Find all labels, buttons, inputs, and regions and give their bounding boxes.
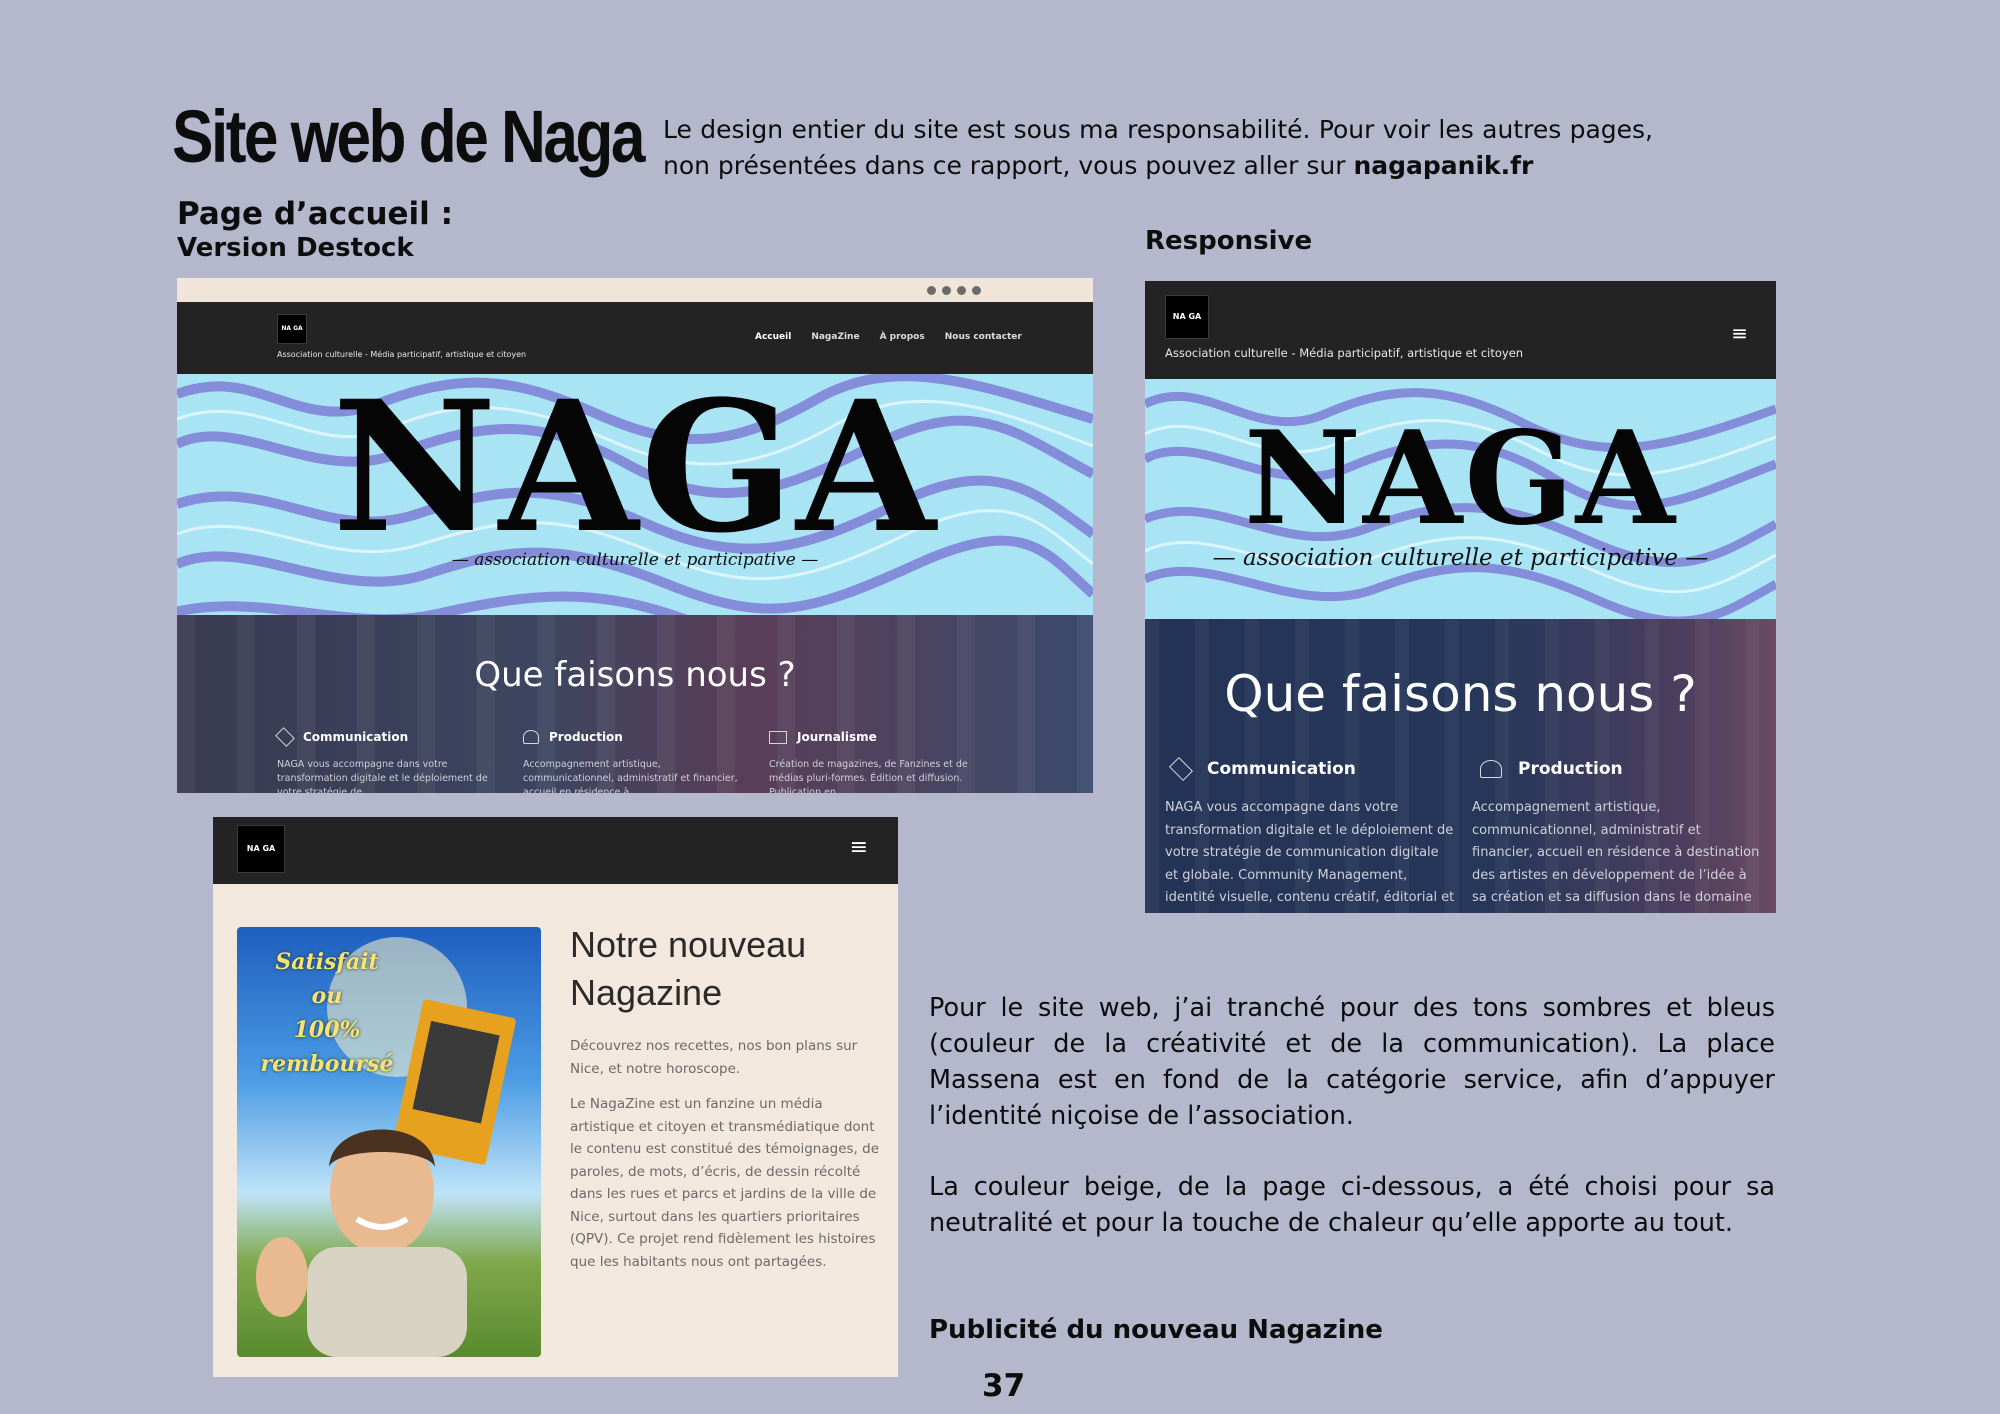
- magazine-intro: Découvrez nos recettes, nos bon plans su…: [570, 1038, 858, 1077]
- body-paragraph-2: La couleur beige, de la page ci-dessous,…: [929, 1172, 1775, 1238]
- page-title: Site web de Naga: [172, 95, 645, 178]
- service-desc: Création de magazines, de Fanzines et de…: [769, 759, 968, 793]
- services-section: Que faisons nous ? Communication NAGA vo…: [1145, 619, 1776, 913]
- handshake-icon: [1168, 756, 1194, 782]
- ad-slogan-line: Satisfait ou: [275, 949, 379, 1009]
- hamburger-menu-icon[interactable]: ≡: [1731, 323, 1748, 343]
- intro-paragraph: Le design entier du site est sous ma res…: [663, 112, 1653, 184]
- responsive-screenshot: NA GA Association culturelle - Média par…: [1145, 281, 1776, 913]
- section-heading-ad: Publicité du nouveau Nagazine: [929, 1315, 1383, 1345]
- hero-banner: NAGA — association culturelle et partici…: [1145, 379, 1776, 619]
- service-card: Journalisme Création de magazines, de Fa…: [769, 730, 999, 793]
- ad-slogan-line: 100%: [293, 1017, 361, 1043]
- services-section: Que faisons nous ? Communication NAGA vo…: [177, 615, 1093, 793]
- nav-menu: Accueil NagaZine À propos Nous contacter: [755, 332, 1022, 342]
- instagram-icon[interactable]: i: [942, 285, 951, 295]
- nav-item-nagazine[interactable]: NagaZine: [811, 332, 859, 342]
- services-title: Que faisons nous ?: [1224, 665, 1697, 723]
- mobile-navbar: NA GA Association culturelle - Média par…: [1145, 281, 1776, 379]
- service-desc: Accompagnement artistique, communication…: [523, 759, 738, 793]
- hero-subtitle: — association culturelle et participativ…: [1212, 545, 1709, 571]
- social-bar: f i t y: [177, 278, 1093, 302]
- section-heading-desktop: Version Destock: [177, 233, 414, 263]
- magazine-heading-line: Nagazine: [570, 972, 723, 1013]
- video-camera-icon: [1480, 760, 1502, 778]
- nav-item-contact[interactable]: Nous contacter: [945, 332, 1022, 342]
- video-camera-icon: [523, 730, 539, 744]
- desktop-screenshot: f i t y NA GA Association culturelle - M…: [177, 278, 1093, 793]
- magazine-screenshot: NA GA ≡ Satisfait ou 100% remboursé Notr…: [213, 817, 898, 1377]
- handshake-icon: [275, 727, 295, 747]
- tagline: Association culturelle - Média participa…: [1165, 346, 1524, 360]
- service-card: Communication NAGA vous accompagne dans …: [1165, 756, 1455, 913]
- magazine-ad-image: Satisfait ou 100% remboursé: [237, 927, 541, 1357]
- body-paragraph-1: Pour le site web, j’ai tranché pour des …: [929, 993, 1775, 1131]
- hero-title: NAGA: [1244, 404, 1677, 554]
- hero-subtitle: — association culturelle et participativ…: [451, 550, 819, 570]
- logo[interactable]: NA GA: [1165, 295, 1209, 339]
- ad-slogan-line: remboursé: [260, 1051, 394, 1077]
- service-title: Production: [1518, 759, 1623, 779]
- facebook-icon[interactable]: f: [927, 285, 936, 295]
- hero-banner: NAGA — association culturelle et partici…: [177, 374, 1093, 615]
- section-heading-home: Page d’accueil :: [177, 196, 453, 232]
- ad-slogan: Satisfait ou 100% remboursé: [257, 945, 397, 1081]
- magazine-heading-line: Notre nouveau: [570, 924, 807, 965]
- nav-item-accueil[interactable]: Accueil: [755, 332, 791, 342]
- page-number: 37: [982, 1368, 1026, 1404]
- youtube-icon[interactable]: y: [972, 285, 981, 295]
- service-desc: NAGA vous accompagne dans votre transfor…: [277, 759, 488, 793]
- service-desc: Accompagnement artistique, communication…: [1472, 800, 1760, 913]
- logo[interactable]: NA GA: [277, 314, 307, 344]
- service-title: Production: [549, 730, 623, 744]
- nav-item-a-propos[interactable]: À propos: [880, 332, 925, 342]
- hero-subtitle-text: association culturelle et participative: [1242, 545, 1679, 571]
- section-heading-responsive: Responsive: [1145, 226, 1313, 256]
- mobile-navbar: NA GA ≡: [213, 817, 898, 884]
- hamburger-menu-icon[interactable]: ≡: [850, 837, 868, 859]
- service-card: Communication NAGA vous accompagne dans …: [275, 727, 507, 793]
- hero-title: NAGA: [332, 374, 938, 573]
- service-card: Production Accompagnement artistique, co…: [523, 730, 753, 793]
- desktop-navbar: NA GA Association culturelle - Média par…: [177, 302, 1093, 374]
- magazine-content: Notre nouveau Nagazine Découvrez nos rec…: [570, 921, 880, 1273]
- twitter-icon[interactable]: t: [957, 285, 966, 295]
- service-title: Communication: [1207, 759, 1356, 779]
- logo[interactable]: NA GA: [237, 825, 285, 873]
- service-card: Production Accompagnement artistique, co…: [1472, 759, 1762, 913]
- services-title: Que faisons nous ?: [474, 655, 796, 695]
- magazine-description: Le NagaZine est un fanzine un média arti…: [570, 1096, 879, 1270]
- hero-subtitle-text: association culturelle et participative: [474, 550, 796, 570]
- tagline: Association culturelle - Média participa…: [277, 350, 527, 359]
- site-link[interactable]: nagapanik.fr: [1353, 151, 1533, 180]
- service-title: Communication: [303, 730, 409, 744]
- service-title: Journalisme: [797, 730, 877, 744]
- newspaper-icon: [769, 730, 787, 744]
- service-desc: NAGA vous accompagne dans votre transfor…: [1165, 800, 1455, 913]
